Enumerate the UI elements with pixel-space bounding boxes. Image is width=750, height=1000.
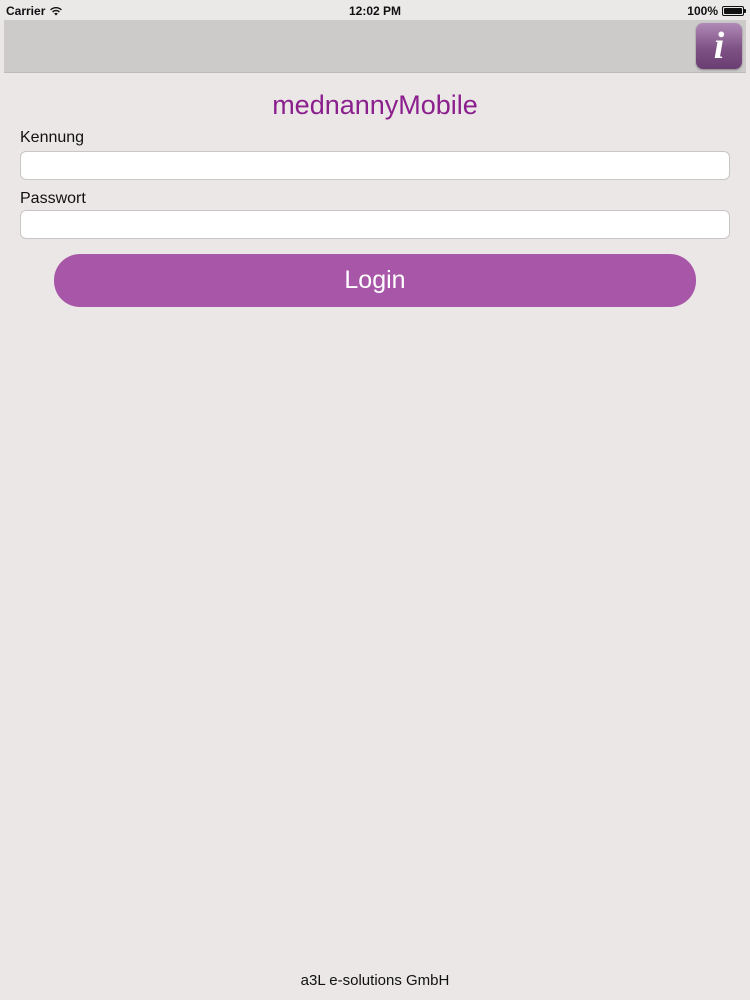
battery-icon [722, 6, 746, 16]
clock: 12:02 PM [348, 4, 402, 18]
passwort-field[interactable] [20, 210, 730, 239]
info-button[interactable]: i [696, 23, 742, 69]
app-title: mednannyMobile [272, 90, 478, 120]
status-bar: Carrier 12:02 PM 100% [0, 0, 750, 20]
login-button[interactable]: Login [54, 254, 696, 307]
toolbar: i [4, 20, 746, 73]
battery-indicator: 100% [687, 4, 746, 18]
passwort-label: Passwort [20, 190, 86, 207]
kennung-field[interactable] [20, 151, 730, 180]
footer-company: a3L e-solutions GmbH [300, 972, 450, 989]
kennung-label: Kennung [20, 129, 85, 146]
battery-fill [724, 8, 742, 14]
info-icon: i [713, 25, 725, 67]
battery-percent: 100% [687, 4, 718, 18]
